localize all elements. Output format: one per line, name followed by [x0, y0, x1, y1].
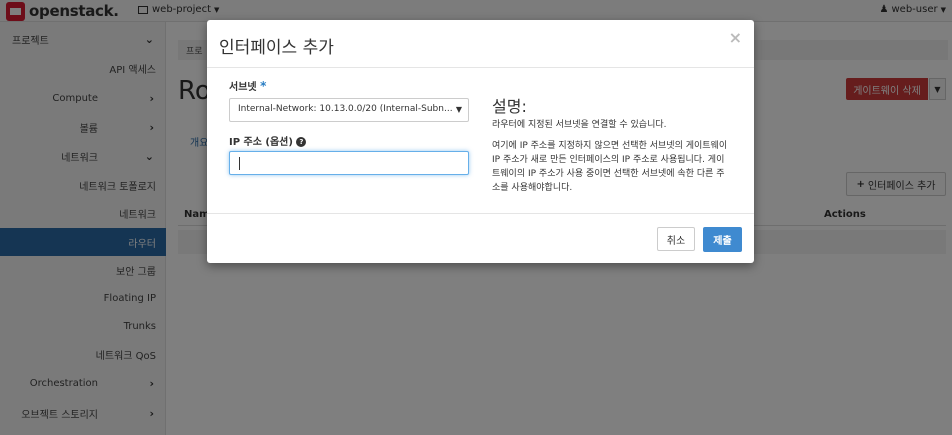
close-icon[interactable]: ×	[729, 28, 742, 47]
subnet-select[interactable]: Internal-Network: 10.13.0.0/20 (Internal…	[229, 98, 469, 122]
subnet-selected-value: Internal-Network: 10.13.0.0/20 (Internal…	[238, 104, 453, 114]
modal-title: 인터페이스 추가	[219, 38, 334, 58]
description-paragraph: 라우터에 지정된 서브넷을 연결할 수 있습니다.	[492, 120, 667, 130]
text-cursor	[239, 157, 240, 170]
add-interface-modal: 인터페이스 추가 × 서브넷 * Internal-Network: 10.13…	[207, 20, 754, 263]
subnet-label-text: 서브넷	[229, 82, 257, 93]
description-title: 설명:	[492, 97, 527, 116]
description-paragraph: 여기에 IP 주소를 지정하지 않으면 선택한 서브넷의 게이트웨이 IP 주소…	[492, 141, 728, 193]
ip-address-input[interactable]	[229, 151, 469, 175]
ip-address-label: IP 주소 (옵션) ?	[229, 133, 307, 148]
modal-header: 인터페이스 추가 ×	[207, 20, 754, 68]
cancel-button[interactable]: 취소	[657, 227, 695, 251]
required-asterisk: *	[260, 79, 267, 93]
caret-down-icon: ▼	[455, 105, 462, 114]
ip-address-label-text: IP 주소 (옵션)	[229, 137, 293, 148]
modal-footer: 취소 제출	[207, 213, 754, 263]
help-icon[interactable]: ?	[296, 137, 307, 147]
submit-button[interactable]: 제출	[703, 227, 742, 252]
subnet-label: 서브넷 *	[229, 78, 266, 93]
